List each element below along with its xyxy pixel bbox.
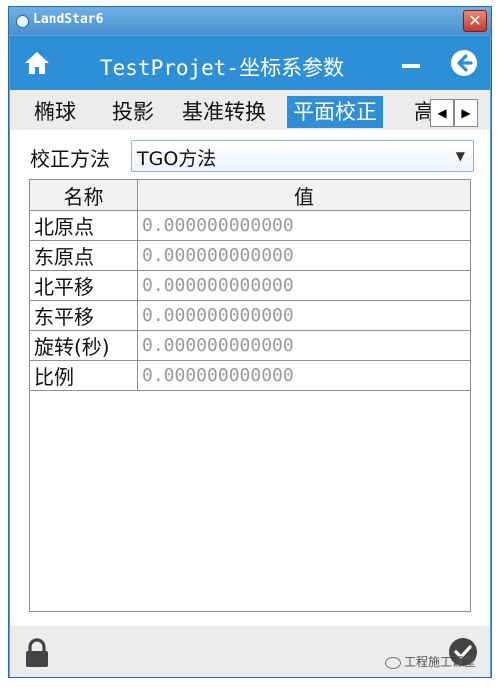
row-name: 东平移	[29, 300, 138, 331]
watermark-text: 工程施工课堂	[404, 655, 477, 669]
table-row[interactable]: 旋转(秒) 0.000000000000	[29, 330, 471, 361]
close-window-button[interactable]: ✕	[463, 10, 487, 32]
home-icon[interactable]	[24, 50, 50, 76]
row-name: 东原点	[29, 240, 138, 271]
row-name: 北原点	[29, 210, 138, 241]
row-value[interactable]: 0.000000000000	[137, 330, 471, 361]
app-header: TestProjet-坐标系参数	[10, 36, 490, 90]
row-value[interactable]: 0.000000000000	[137, 300, 471, 331]
tab-scroll-left-icon[interactable]: ◀	[430, 99, 454, 127]
app-logo-icon	[16, 15, 29, 28]
row-name: 旋转(秒)	[29, 330, 138, 361]
tab-scroll-right-icon[interactable]: ▶	[454, 99, 478, 127]
wechat-icon	[385, 656, 401, 669]
row-value[interactable]: 0.000000000000	[137, 240, 471, 271]
tab-ellipsoid[interactable]: 椭球	[28, 96, 82, 128]
app-window: LandStar6 ✕ TestProjet-坐标系参数 椭球 投影 基准转换 …	[8, 6, 492, 678]
column-header-value: 值	[137, 179, 471, 211]
window-titlebar[interactable]: LandStar6 ✕	[9, 7, 491, 35]
method-select[interactable]: TGO方法 ▼	[131, 140, 474, 172]
row-value[interactable]: 0.000000000000	[137, 270, 471, 301]
row-name: 比例	[29, 360, 138, 391]
watermark: 工程施工课堂	[385, 653, 476, 670]
tab-bar: 椭球 投影 基准转换 平面校正 高程 ◀ ▶	[10, 90, 490, 130]
tab-plane-correction[interactable]: 平面校正	[287, 96, 383, 128]
minimize-icon[interactable]	[402, 64, 420, 68]
content-area: 校正方法 TGO方法 ▼ 名称 值 北原点 0.000000000000 东原点…	[10, 130, 490, 626]
method-label: 校正方法	[30, 147, 110, 171]
chevron-down-icon: ▼	[455, 149, 465, 163]
table-row[interactable]: 东原点 0.000000000000	[29, 240, 471, 271]
lock-icon[interactable]	[24, 638, 50, 668]
table-row[interactable]: 比例 0.000000000000	[29, 360, 471, 391]
back-arrow-icon[interactable]	[450, 49, 478, 77]
parameter-table: 名称 值 北原点 0.000000000000 东原点 0.0000000000…	[29, 179, 471, 391]
table-row[interactable]: 北原点 0.000000000000	[29, 210, 471, 241]
tab-projection[interactable]: 投影	[106, 96, 160, 128]
method-select-value: TGO方法	[137, 148, 217, 170]
tab-datum-transform[interactable]: 基准转换	[176, 96, 272, 128]
row-name: 北平移	[29, 270, 138, 301]
row-value[interactable]: 0.000000000000	[137, 210, 471, 241]
row-value[interactable]: 0.000000000000	[137, 360, 471, 391]
window-title: LandStar6	[33, 12, 104, 27]
table-header-row: 名称 值	[29, 179, 471, 211]
column-header-name: 名称	[29, 179, 138, 211]
table-row[interactable]: 北平移 0.000000000000	[29, 270, 471, 301]
table-row[interactable]: 东平移 0.000000000000	[29, 300, 471, 331]
page-title: TestProjet-坐标系参数	[100, 56, 345, 80]
